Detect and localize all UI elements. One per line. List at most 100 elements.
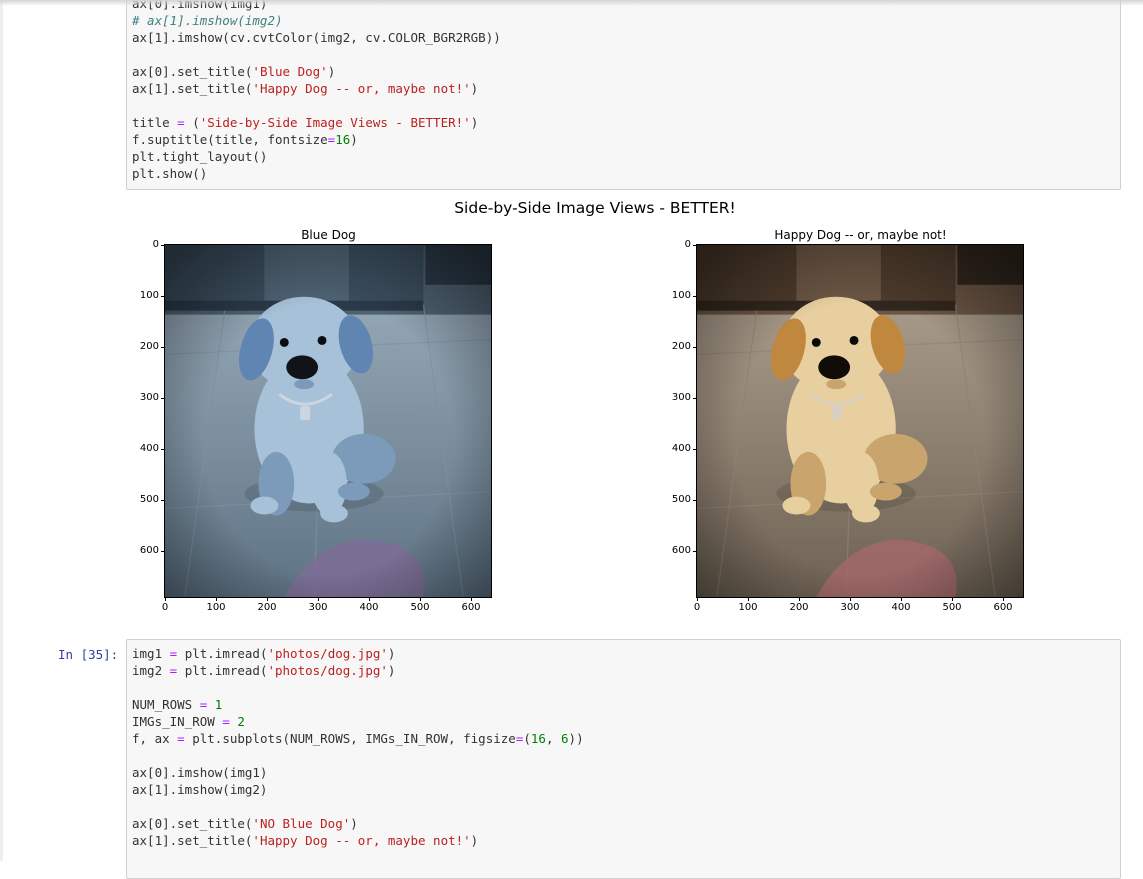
code-line: f.suptitle(title, fontsize=16) [132,131,358,148]
y-tick [693,296,697,297]
code-token: 'photos/dog.jpg' [267,663,388,678]
y-tick [161,449,165,450]
code-token: 'Happy Dog -- or, maybe not!' [252,81,471,96]
code-token: 'photos/dog.jpg' [267,646,388,661]
x-tick-label: 600 [993,602,1013,613]
x-tick [420,597,421,601]
code-line: ax[1].imshow(img2) [132,781,267,798]
y-tick-label: 300 [139,392,159,403]
code-token: ax[1].imshow(cv.cvtColor(img2, cv.COLOR_… [132,30,501,45]
code-token: ) [470,81,479,96]
x-tick [799,597,800,601]
code-token: img2 [132,663,170,678]
code-cell-editor[interactable]: ax[0].imshow(img1)# ax[1].imshow(img2)ax… [126,0,1121,190]
code-token: 16 [530,731,546,746]
code-token: = [177,115,185,130]
x-tick [748,597,749,601]
code-token: 16 [335,132,351,147]
code-token: = [222,714,230,729]
x-tick-label: 0 [161,602,169,613]
x-tick [697,597,698,601]
x-tick-label: 100 [206,602,226,613]
y-tick-label: 200 [139,341,159,352]
blue-dog-image [164,244,492,598]
y-tick-label: 600 [139,545,159,556]
code-token: plt.tight_layout() [132,149,268,164]
x-tick-label: 300 [308,602,328,613]
code-token: img1 [132,646,170,661]
code-line [132,798,140,815]
code-line [132,97,140,114]
code-line: # ax[1].imshow(img2) [132,12,283,29]
x-tick-label: 400 [891,602,911,613]
y-tick-label: 500 [671,494,691,505]
code-line: IMGs_IN_ROW = 2 [132,713,245,730]
y-tick [161,551,165,552]
x-tick-label: 100 [738,602,758,613]
code-line: f, ax = plt.subplots(NUM_ROWS, IMGs_IN_R… [132,730,584,747]
code-line [132,679,140,696]
x-tick [318,597,319,601]
code-token: 'Blue Dog' [252,64,328,79]
code-token: ax[0].set_title( [132,816,253,831]
code-token: plt.show() [132,166,208,181]
cell-prompt: In [35]: [58,647,119,662]
code-line: title = ('Side-by-Side Image Views - BET… [132,114,478,131]
x-tick-label: 200 [257,602,277,613]
y-tick [161,296,165,297]
code-token: IMGs_IN_ROW [132,714,223,729]
y-tick [161,347,165,348]
left-axes-title: Blue Dog [301,228,356,242]
x-tick-label: 600 [461,602,481,613]
code-token: 1 [214,697,223,712]
code-token: plt.subplots(NUM_ROWS, IMGs_IN_ROW, figs… [184,731,516,746]
code-token: ) [387,646,396,661]
code-token: plt.imread( [177,646,268,661]
y-tick-label: 400 [671,443,691,454]
x-tick [901,597,902,601]
code-token: )) [568,731,584,746]
x-tick-label: 200 [789,602,809,613]
code-line: ax[1].set_title('Happy Dog -- or, maybe … [132,80,478,97]
code-token: , [545,731,562,746]
code-line [132,747,140,764]
y-tick-label: 300 [671,392,691,403]
code-token: ax[0].imshow(img1) [132,765,268,780]
x-tick [1003,597,1004,601]
y-tick [161,500,165,501]
code-token: ax[1].imshow(img2) [132,782,268,797]
y-tick [693,449,697,450]
toolbar-shadow [0,0,1143,6]
code-line: img1 = plt.imread('photos/dog.jpg') [132,645,395,662]
code-line: ax[1].imshow(cv.cvtColor(img2, cv.COLOR_… [132,29,501,46]
code-line: plt.show() [132,165,207,182]
y-tick-label: 200 [671,341,691,352]
x-tick-label: 500 [942,602,962,613]
code-token: ) [470,115,479,130]
y-tick [693,245,697,246]
code-token: 'NO Blue Dog' [252,816,351,831]
code-line: ax[0].set_title('Blue Dog') [132,63,335,80]
x-tick [369,597,370,601]
code-token: ) [350,816,358,831]
code-line [132,46,140,63]
code-cell-editor[interactable]: img1 = plt.imread('photos/dog.jpg') img2 … [126,639,1121,879]
code-token: ) [387,663,396,678]
code-token: 6 [561,731,569,746]
y-tick-label: 400 [139,443,159,454]
code-line: img2 = plt.imread('photos/dog.jpg') [132,662,395,679]
code-token: ax[1].set_title( [132,833,253,848]
x-tick [267,597,268,601]
y-tick [161,398,165,399]
code-line: plt.tight_layout() [132,148,267,165]
code-token: f.suptitle(title, fontsize [132,132,328,147]
x-tick [952,597,953,601]
x-tick [471,597,472,601]
y-tick [693,551,697,552]
x-tick [165,597,166,601]
x-tick-label: 500 [410,602,430,613]
code-line: ax[0].set_title('NO Blue Dog') [132,815,358,832]
x-tick-label: 400 [359,602,379,613]
y-tick-label: 600 [671,545,691,556]
